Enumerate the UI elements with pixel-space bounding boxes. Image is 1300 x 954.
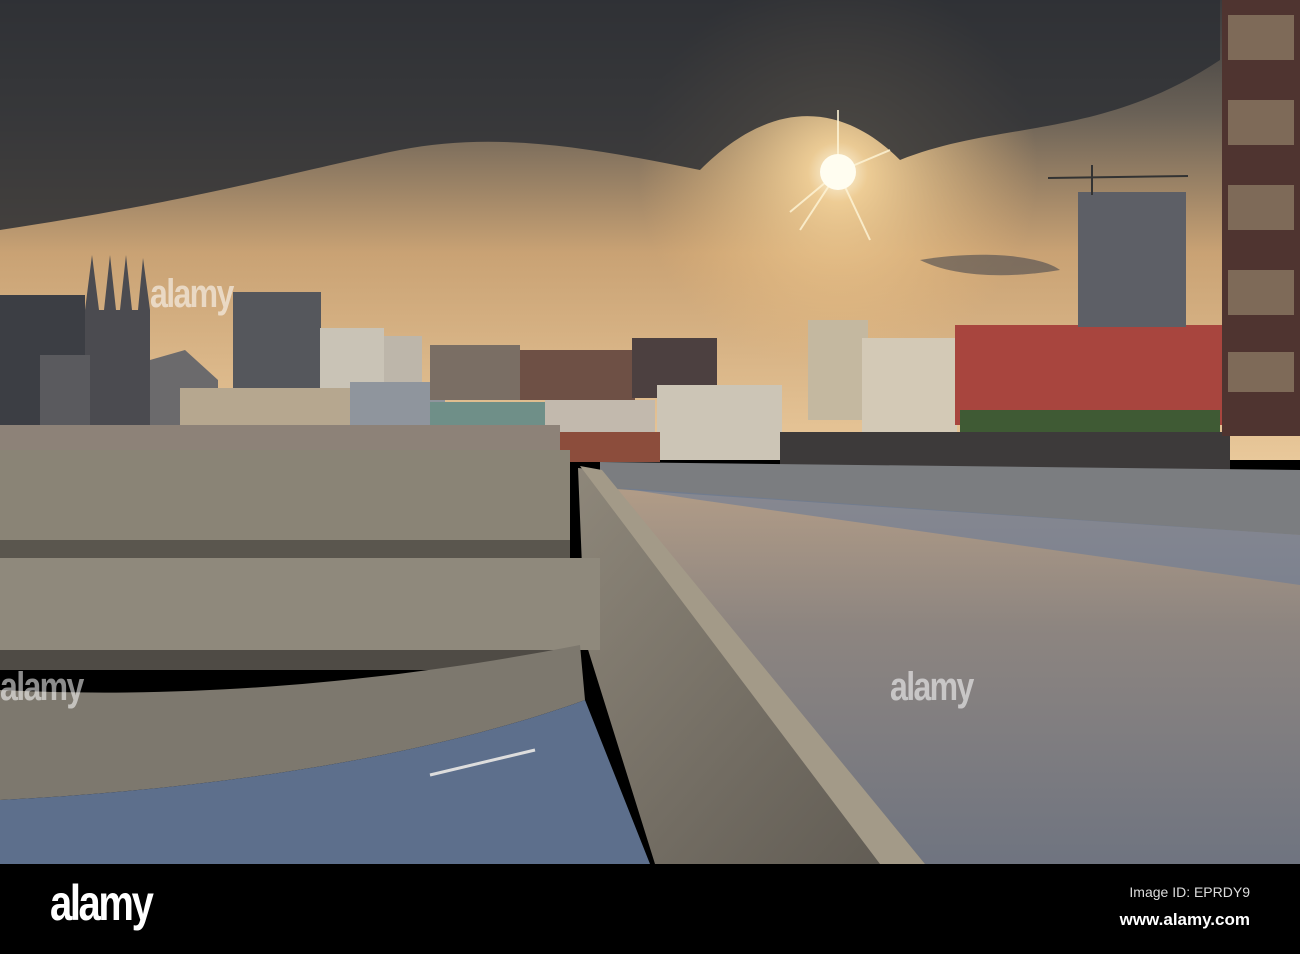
city-parking-garage-photo <box>0 0 1300 864</box>
watermark: alamy <box>890 665 974 709</box>
image-id: Image ID: EPRDY9 <box>1129 884 1250 900</box>
footer-bar: alamy Image ID: EPRDY9 www.alamy.com <box>0 864 1300 954</box>
watermark: alamy <box>150 272 234 316</box>
photo-frame: alamy alamy alamy alamy Image ID: EPRDY9… <box>0 0 1300 954</box>
site-url: www.alamy.com <box>1119 910 1250 929</box>
alamy-logo: alamy <box>50 875 154 931</box>
watermark: alamy <box>0 665 84 709</box>
